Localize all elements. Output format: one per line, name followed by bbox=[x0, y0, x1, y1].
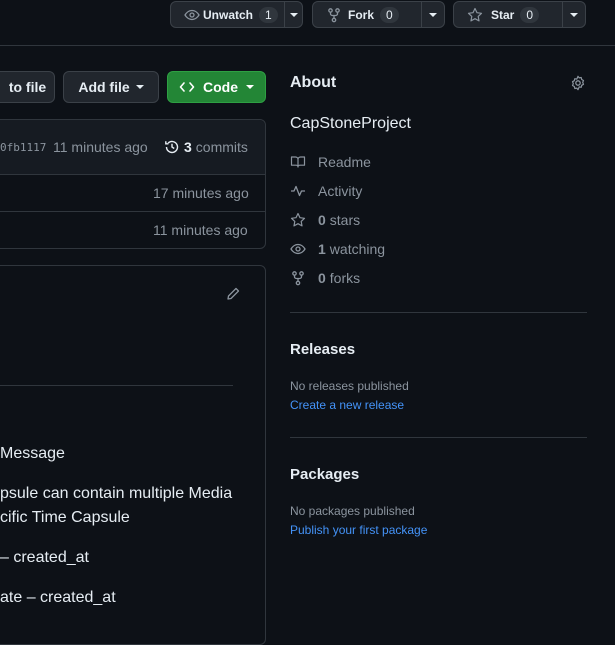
activity-link[interactable]: Activity bbox=[290, 183, 362, 199]
sidebar-divider bbox=[290, 312, 587, 313]
readme-line: cific Time Capsule bbox=[0, 509, 130, 526]
watching-label: watching bbox=[329, 241, 386, 257]
watch-dropdown[interactable] bbox=[285, 2, 302, 27]
commit-hash[interactable]: 0fb1117 bbox=[0, 141, 46, 154]
watch-label: Unwatch bbox=[203, 7, 254, 22]
star-count: 0 bbox=[520, 6, 540, 23]
publish-package-link[interactable]: Publish your first package bbox=[290, 523, 427, 537]
add-file-button[interactable]: Add file bbox=[63, 71, 159, 103]
fork-icon bbox=[292, 271, 304, 286]
chevron-down-icon bbox=[135, 85, 144, 89]
fork-button[interactable]: Fork 0 bbox=[312, 1, 445, 28]
fork-dropdown[interactable] bbox=[422, 2, 444, 27]
chevron-down-icon bbox=[570, 12, 578, 17]
no-packages-text: No packages published bbox=[290, 504, 415, 518]
watch-count: 1 bbox=[259, 6, 278, 23]
commits-label: commits bbox=[195, 139, 248, 155]
pencil-icon[interactable] bbox=[225, 286, 241, 302]
readme-label: Readme bbox=[318, 154, 371, 170]
pulse-icon bbox=[291, 185, 305, 197]
eye-icon bbox=[290, 243, 306, 255]
chevron-down-icon bbox=[289, 12, 298, 17]
file-row-time: 11 minutes ago bbox=[153, 222, 248, 238]
commits-count: 3 bbox=[184, 139, 192, 155]
stars-link[interactable]: 0 stars bbox=[290, 212, 360, 228]
readme-link[interactable]: Readme bbox=[290, 154, 371, 170]
file-row bbox=[0, 211, 265, 212]
repo-description: CapStoneProject bbox=[290, 115, 411, 132]
about-title: About bbox=[290, 74, 337, 91]
go-to-file-button[interactable]: to file bbox=[0, 71, 55, 103]
add-file-label: Add file bbox=[78, 79, 130, 95]
readme-line: psule can contain multiple Media bbox=[0, 485, 233, 502]
go-to-file-label: to file bbox=[8, 79, 47, 95]
star-icon bbox=[467, 7, 483, 21]
forks-label: forks bbox=[329, 270, 361, 286]
watch-button[interactable]: Unwatch 1 bbox=[170, 1, 303, 28]
activity-label: Activity bbox=[318, 183, 363, 199]
packages-title[interactable]: Packages bbox=[290, 466, 359, 483]
stars-count: 0 bbox=[318, 212, 326, 228]
code-button[interactable]: Code bbox=[167, 71, 266, 103]
sidebar-divider bbox=[290, 437, 587, 438]
forks-link[interactable]: 0 forks bbox=[290, 270, 360, 286]
star-icon bbox=[290, 212, 306, 227]
star-button[interactable]: Star 0 bbox=[453, 1, 586, 28]
watching-link[interactable]: 1 watching bbox=[290, 241, 385, 257]
readme-line: Message bbox=[0, 445, 65, 462]
readme-divider bbox=[0, 385, 233, 386]
repo-header-bar: Unwatch 1 Fork 0 Star 0 bbox=[0, 0, 615, 46]
code-label: Code bbox=[203, 79, 238, 95]
releases-title[interactable]: Releases bbox=[290, 341, 355, 358]
readme-line: – created_at bbox=[0, 549, 89, 566]
watching-count: 1 bbox=[318, 241, 326, 257]
star-label: Star bbox=[491, 7, 515, 22]
file-row-time: 17 minutes ago bbox=[153, 185, 249, 201]
commits-link[interactable]: 3 commits bbox=[164, 139, 248, 155]
star-dropdown[interactable] bbox=[563, 2, 585, 27]
no-releases-text: No releases published bbox=[290, 379, 409, 393]
book-icon bbox=[290, 156, 306, 168]
stars-label: stars bbox=[329, 212, 361, 228]
fork-icon bbox=[328, 7, 340, 22]
fork-count: 0 bbox=[380, 6, 399, 23]
chevron-down-icon bbox=[246, 85, 254, 89]
code-icon bbox=[179, 82, 195, 92]
fork-label: Fork bbox=[348, 7, 375, 22]
chevron-down-icon bbox=[429, 12, 437, 17]
readme-line: ate – created_at bbox=[0, 589, 116, 606]
history-icon bbox=[165, 140, 179, 154]
create-release-link[interactable]: Create a new release bbox=[290, 398, 404, 412]
gear-icon[interactable] bbox=[570, 75, 586, 91]
eye-icon bbox=[184, 9, 200, 20]
forks-count: 0 bbox=[318, 270, 326, 286]
commit-time: 11 minutes ago bbox=[53, 139, 148, 155]
